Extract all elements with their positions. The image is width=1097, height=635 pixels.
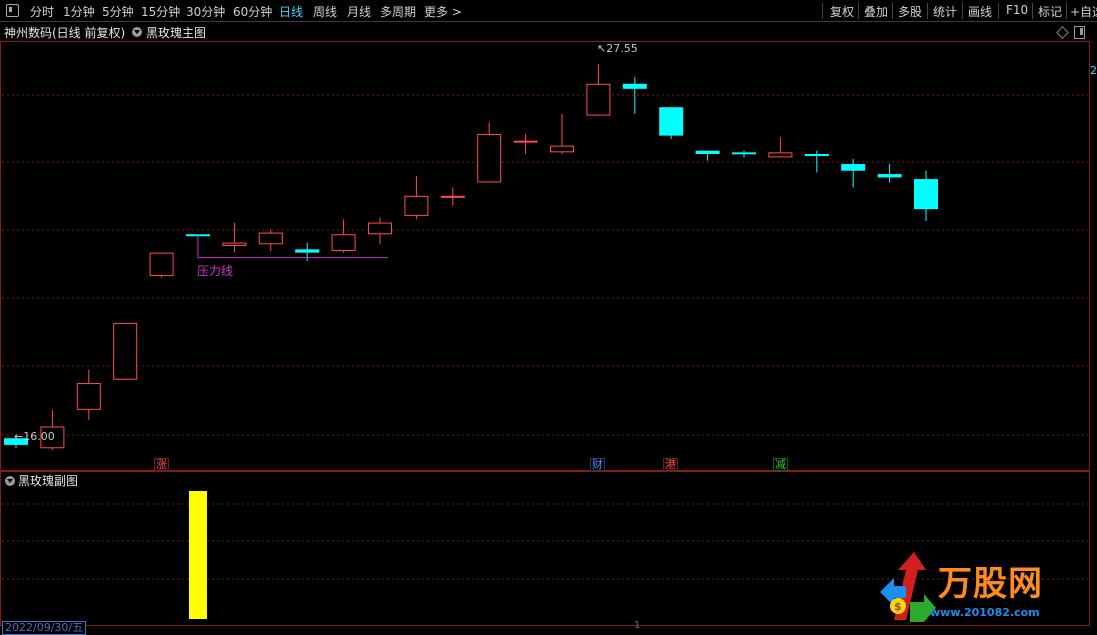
candle-body — [804, 154, 829, 157]
candle-body — [586, 83, 611, 116]
cursor-date-label: 2022/09/30/五 — [2, 621, 87, 635]
event-marker-jian[interactable]: 减 — [773, 458, 788, 472]
candle-body — [841, 164, 866, 171]
low-price-marker: ←16.00 — [14, 430, 55, 443]
candle-body — [222, 242, 247, 246]
candlestick[interactable] — [331, 219, 356, 253]
candlestick[interactable] — [768, 137, 793, 158]
candlestick[interactable] — [258, 229, 283, 251]
pointer-icon: ↖ — [597, 42, 607, 55]
watermark-brand: 万股网 — [938, 564, 1043, 604]
candlestick[interactable] — [222, 222, 247, 253]
candlestick[interactable] — [841, 159, 866, 188]
candlestick[interactable] — [477, 122, 502, 183]
candle-body — [732, 152, 756, 155]
candle-body — [149, 252, 174, 277]
candle-body — [368, 222, 392, 235]
signal-bar[interactable] — [189, 491, 207, 619]
candlestick[interactable] — [113, 322, 138, 380]
candle-body — [914, 179, 938, 210]
pressure-line-label: 压力线 — [197, 264, 234, 278]
candlestick[interactable] — [550, 113, 574, 155]
low-price-label: 16.00 — [23, 430, 55, 443]
candle-body — [513, 140, 538, 143]
candle-body — [768, 152, 793, 158]
candle-body — [477, 133, 502, 183]
candle-body — [877, 174, 902, 178]
candlestick[interactable] — [440, 187, 465, 206]
candlestick[interactable] — [659, 107, 684, 139]
cursor-x-marker: 1 — [634, 620, 641, 631]
candlestick[interactable] — [732, 150, 756, 158]
candlestick[interactable] — [76, 369, 101, 420]
candlestick[interactable] — [695, 150, 720, 161]
candle-body — [76, 383, 101, 410]
candle-body — [440, 195, 465, 198]
event-marker-gang[interactable]: 港 — [663, 458, 678, 472]
event-marker-cai[interactable]: 财 — [590, 458, 605, 472]
candle-body — [659, 107, 684, 136]
right-axis-fragment: 2 — [1090, 64, 1097, 77]
candlestick[interactable] — [404, 175, 429, 220]
watermark-url: www.201082.com — [930, 606, 1040, 619]
candle-body — [550, 145, 574, 153]
candle-body — [331, 234, 356, 251]
svg-text:$: $ — [894, 600, 902, 613]
candlestick[interactable] — [368, 217, 392, 245]
candle-body — [695, 150, 720, 155]
candle-body — [404, 195, 429, 216]
candlestick[interactable] — [513, 133, 538, 155]
candlestick[interactable] — [295, 242, 320, 262]
stock-arrow-logo-icon: $ — [880, 552, 936, 622]
arrow-left-icon: ← — [14, 430, 24, 443]
candle-body — [258, 232, 283, 245]
candlestick[interactable] — [914, 170, 938, 221]
candle-body — [295, 249, 320, 253]
event-marker-zhang[interactable]: 涨 — [154, 458, 169, 472]
high-price-label: 27.55 — [606, 42, 638, 55]
candlestick[interactable] — [149, 252, 174, 278]
watermark-logo: $ 万股网 www.201082.com — [876, 548, 1072, 628]
candlestick[interactable] — [586, 63, 611, 116]
candle-body — [113, 322, 138, 380]
candlestick[interactable] — [877, 164, 902, 183]
candle-body — [622, 83, 647, 89]
main-candlestick-chart[interactable] — [0, 0, 1090, 470]
high-price-marker: ↖27.55 — [597, 42, 638, 55]
